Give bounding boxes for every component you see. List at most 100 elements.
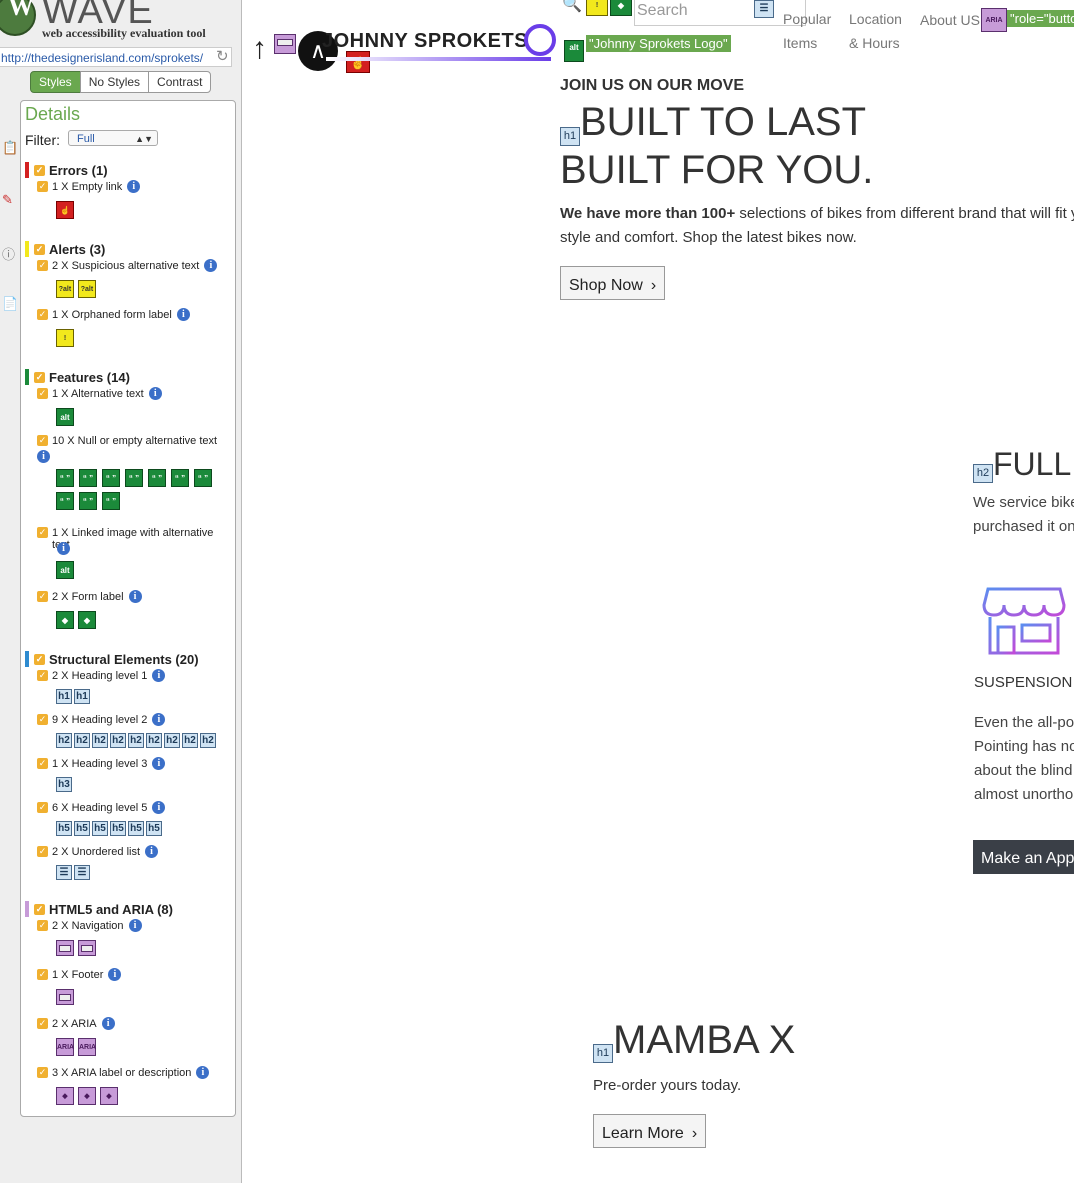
item-footer[interactable]: ✓ 1 X Footer i [37,968,227,981]
item-ul[interactable]: ✓ 2 X Unordered list i [37,845,227,858]
category-structural[interactable]: ✓ Structural Elements (20) [25,650,199,668]
nav-popular-items[interactable]: Popular Items [783,7,843,55]
alt-text-icon[interactable]: alt [56,408,74,426]
info-icon[interactable]: i [152,757,166,770]
suspicious-alt-icon[interactable]: ?alt [78,280,96,298]
info-icon[interactable]: i [128,590,142,603]
checkbox-icon[interactable]: ✓ [34,903,45,915]
learn-more-button[interactable]: Learn More › [593,1114,707,1148]
checkbox-icon[interactable]: ✓ [37,260,48,271]
summary-icon[interactable]: 📋 [2,140,18,156]
tab-styles[interactable]: Styles [30,71,81,93]
h2-icon[interactable]: h2 [146,733,162,748]
item-h3[interactable]: ✓ 1 X Heading level 3 i [37,757,227,770]
checkbox-icon[interactable]: ✓ [37,969,48,980]
null-alt-icon[interactable]: “ ” [171,469,189,487]
item-alt-text[interactable]: ✓ 1 X Alternative text i [37,387,227,400]
linked-image-icon[interactable]: alt [564,40,584,62]
info-icon[interactable]: i [108,968,122,981]
item-aria-label[interactable]: ✓ 3 X ARIA label or description i [37,1066,227,1079]
item-form-label[interactable]: ✓ 2 X Form label i [37,590,227,603]
checkbox-icon[interactable]: ✓ [37,527,48,538]
h2-icon[interactable]: h2 [56,733,72,748]
checkbox-icon[interactable]: ✓ [37,758,48,769]
category-alerts[interactable]: ✓ Alerts (3) [25,240,105,258]
info-icon[interactable]: i [127,180,141,193]
aria-label-icon[interactable]: ◆ [78,1087,96,1105]
h2-icon[interactable]: h2 [200,733,216,748]
h5-icon[interactable]: h5 [110,821,126,836]
shop-now-button[interactable]: Shop Now › [560,266,666,300]
h2-icon[interactable]: h2 [973,464,993,483]
null-alt-icon[interactable]: “ ” [79,469,97,487]
null-alt-icon[interactable]: “ ” [79,492,97,510]
info-icon[interactable]: i [176,308,190,321]
filter-select[interactable]: Full ▲▼ [68,130,158,146]
item-empty-link[interactable]: ✓ 1 X Empty link i [37,180,227,193]
checkbox-icon[interactable]: ✓ [37,1067,48,1078]
h1-icon[interactable]: h1 [560,127,580,146]
aria-label-icon[interactable]: ◆ [100,1087,118,1105]
linked-image-icon[interactable]: alt [56,561,74,579]
form-label-icon[interactable]: ◆ [78,611,96,629]
suspicious-alt-icon[interactable]: ?alt [56,280,74,298]
list-icon[interactable]: ☰ [74,865,90,880]
info-icon[interactable]: i [148,387,162,400]
list-icon[interactable]: ☰ [754,0,774,18]
documentation-icon[interactable]: ⓘ [2,244,16,262]
h2-icon[interactable]: h2 [110,733,126,748]
checkbox-icon[interactable]: ✓ [34,243,45,255]
h5-icon[interactable]: h5 [74,821,90,836]
info-icon[interactable]: i [128,919,142,932]
item-suspicious-alt[interactable]: ✓ 2 X Suspicious alternative text i [37,259,227,272]
form-label-icon[interactable]: ◆ [610,0,632,16]
info-icon[interactable]: i [196,1066,210,1079]
tab-contrast[interactable]: Contrast [148,71,212,93]
checkbox-icon[interactable]: ✓ [34,164,45,176]
checkbox-icon[interactable]: ✓ [37,309,48,320]
h1-icon[interactable]: h1 [593,1044,613,1063]
aria-icon[interactable]: ARIA [981,8,1007,32]
back-to-top-arrow-icon[interactable]: ↑ [252,32,267,66]
aria-icon[interactable]: ARIA [78,1038,96,1056]
h2-icon[interactable]: h2 [92,733,108,748]
empty-link-icon[interactable]: ☝ [346,51,370,73]
checkbox-icon[interactable]: ✓ [37,435,48,446]
outline-icon[interactable]: 📄 [2,296,18,312]
null-alt-icon[interactable]: “ ” [125,469,143,487]
aria-label-icon[interactable]: ◆ [56,1087,74,1105]
category-features[interactable]: ✓ Features (14) [25,368,130,386]
null-alt-icon[interactable]: “ ” [56,492,74,510]
h3-icon[interactable]: h3 [56,777,72,792]
navigation-icon[interactable] [274,34,296,54]
reload-icon[interactable]: ↻ [216,47,232,67]
info-icon[interactable]: i [57,542,70,555]
checkbox-icon[interactable]: ✓ [37,846,48,857]
h5-icon[interactable]: h5 [56,821,72,836]
checkbox-icon[interactable]: ✓ [37,388,48,399]
url-input[interactable]: http://thedesignerisland.com/sprokets/ [0,47,232,67]
item-h5[interactable]: ✓ 6 X Heading level 5 i [37,801,227,814]
null-alt-icon[interactable]: “ ” [148,469,166,487]
navigation-icon[interactable] [56,940,74,956]
item-orphaned-label[interactable]: ✓ 1 X Orphaned form label i [37,308,227,321]
info-icon[interactable]: i [145,845,159,858]
checkbox-icon[interactable]: ✓ [37,1018,48,1029]
navigation-icon[interactable] [78,940,96,956]
item-h2[interactable]: ✓ 9 X Heading level 2 i [37,713,227,726]
orphaned-label-icon[interactable]: ! [586,0,608,16]
info-icon[interactable]: i [152,801,166,814]
item-aria[interactable]: ✓ 2 X ARIA i [37,1017,227,1030]
category-errors[interactable]: ✓ Errors (1) [25,161,108,179]
aria-icon[interactable]: ARIA [56,1038,74,1056]
checkbox-icon[interactable]: ✓ [37,920,48,931]
empty-link-icon[interactable]: ☝ [56,201,74,219]
null-alt-icon[interactable]: “ ” [102,492,120,510]
null-alt-icon[interactable]: “ ” [56,469,74,487]
item-navigation[interactable]: ✓ 2 X Navigation i [37,919,227,932]
checkbox-icon[interactable]: ✓ [37,591,48,602]
item-null-alt[interactable]: ✓ 10 X Null or empty alternative text [37,435,227,447]
category-html5-aria[interactable]: ✓ HTML5 and ARIA (8) [25,900,173,918]
h5-icon[interactable]: h5 [146,821,162,836]
checkbox-icon[interactable]: ✓ [37,714,48,725]
